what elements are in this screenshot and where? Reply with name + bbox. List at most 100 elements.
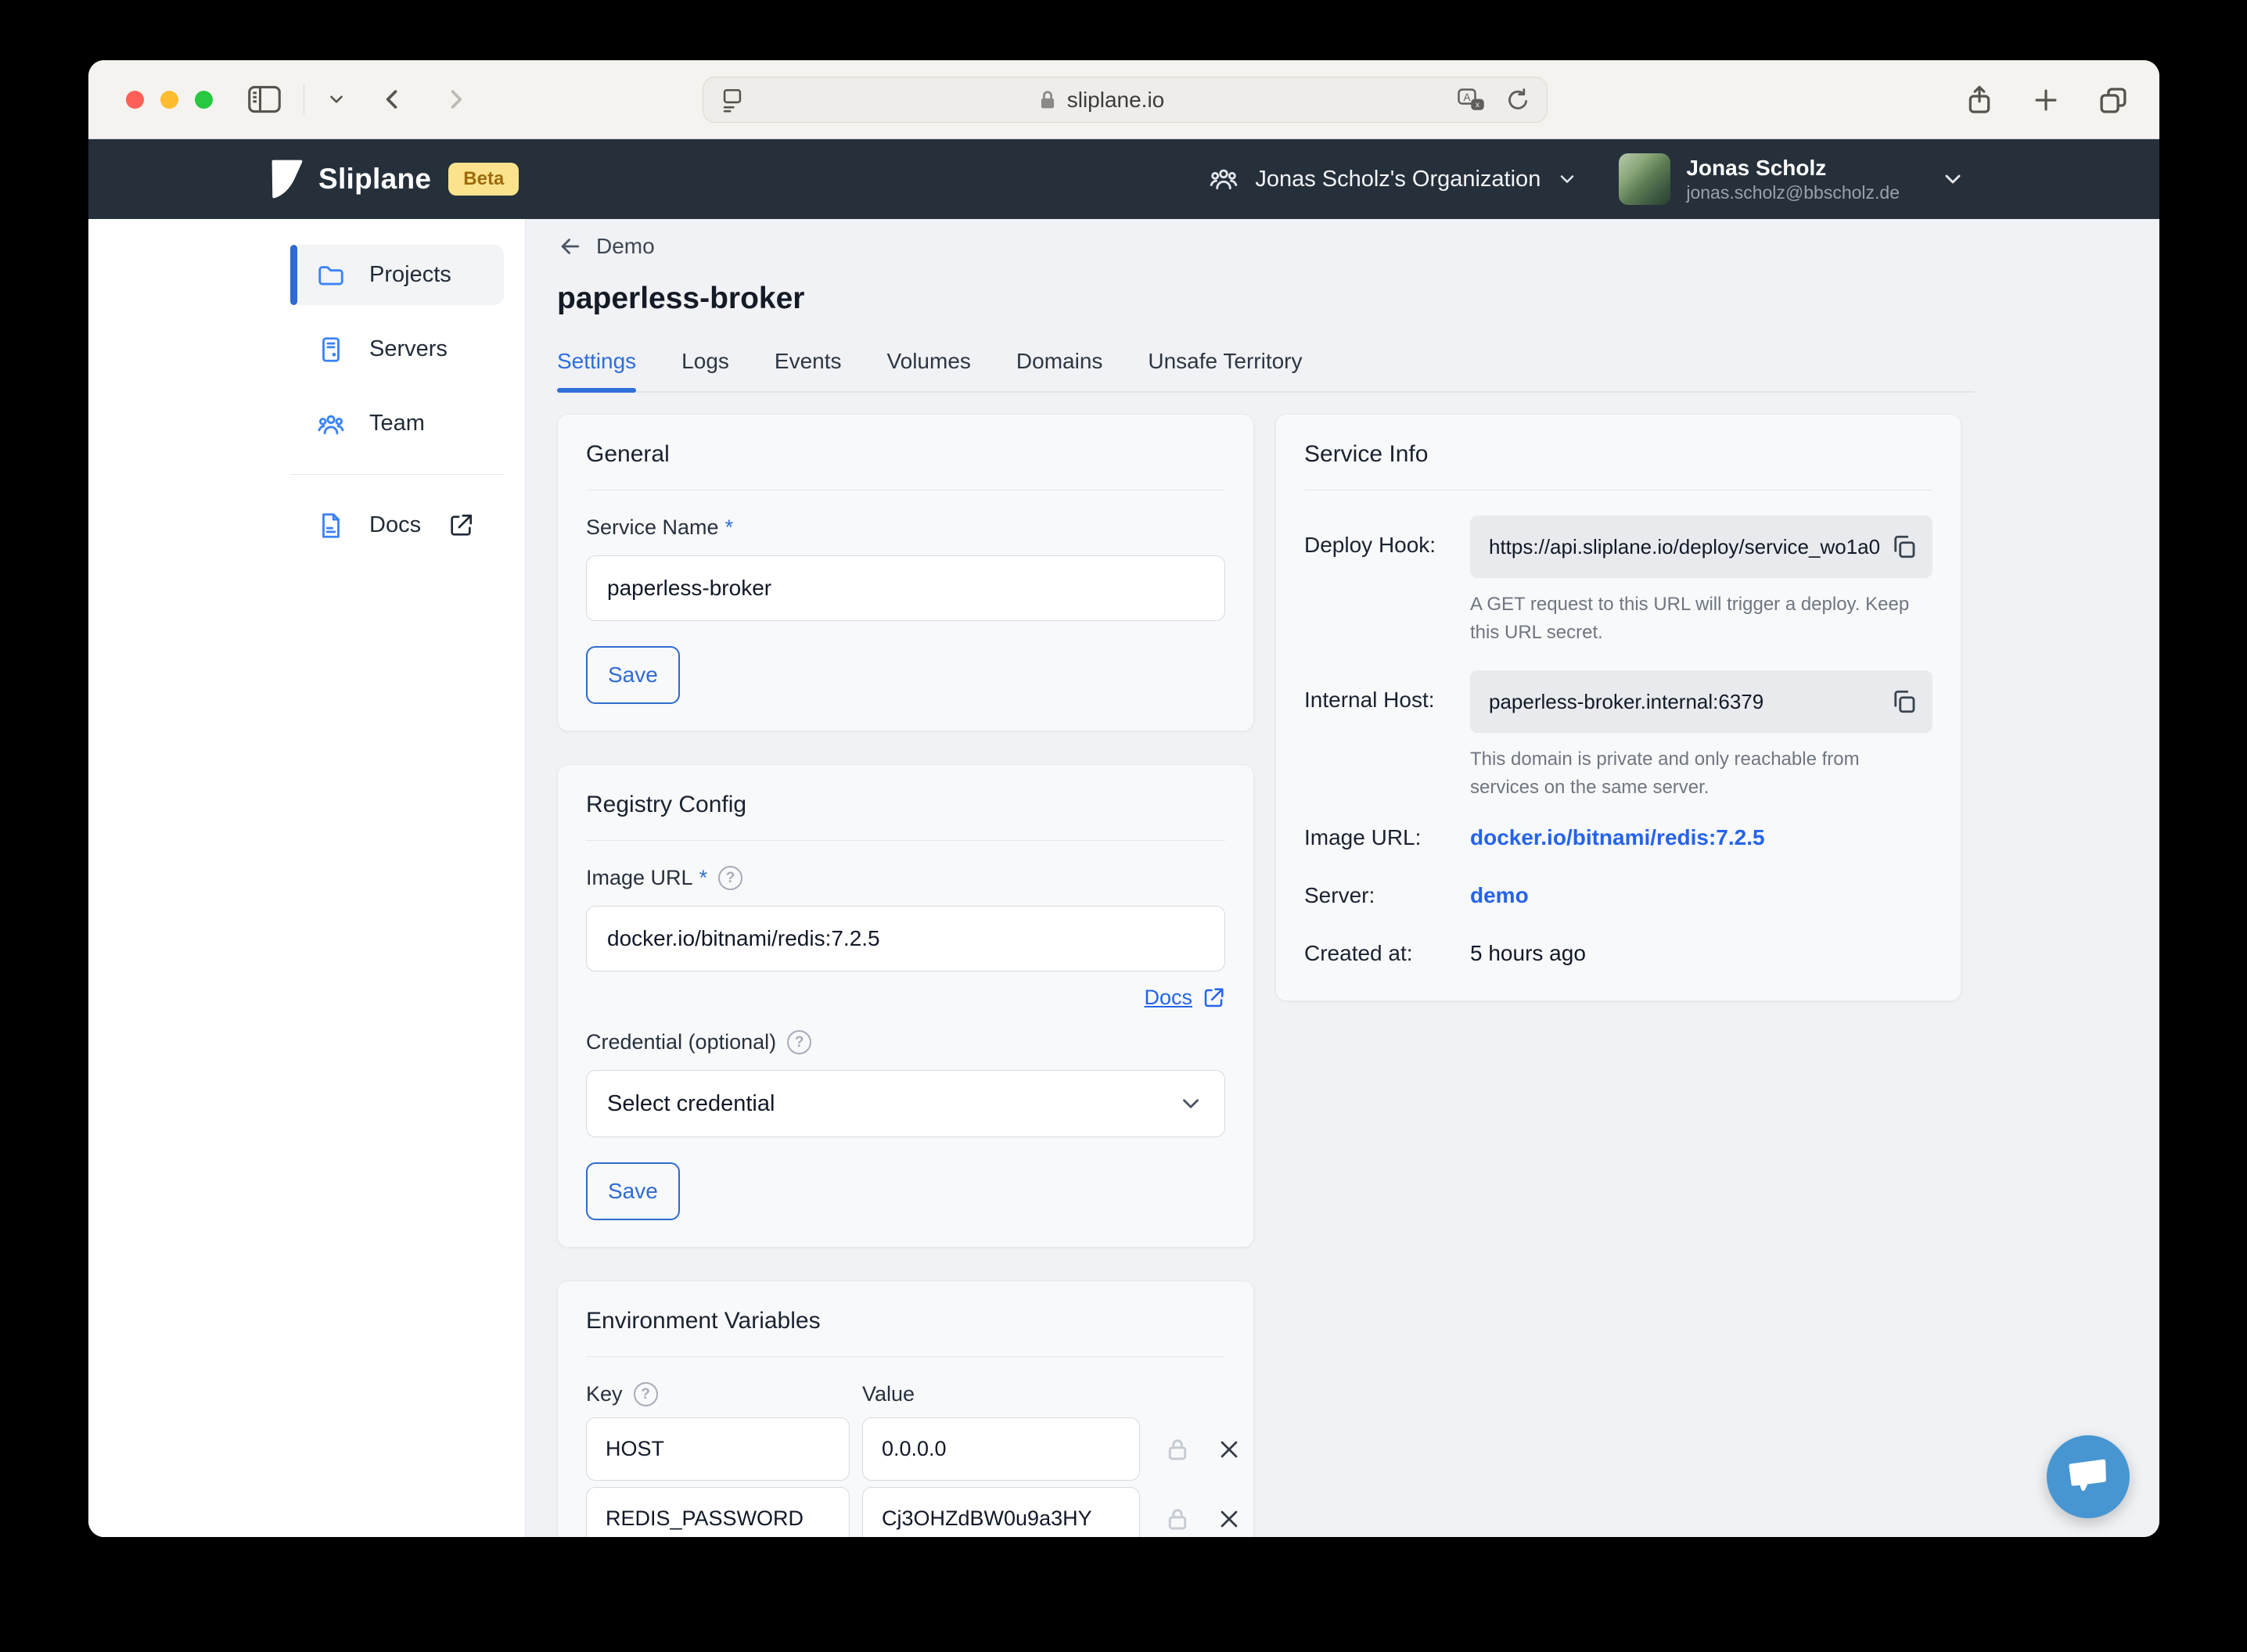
address-bar[interactable]: sliplane.io A x bbox=[703, 77, 1548, 123]
sidebar-item-projects[interactable]: Projects bbox=[290, 245, 504, 305]
minimize-window-button[interactable] bbox=[160, 91, 178, 109]
tab-domains[interactable]: Domains bbox=[1016, 349, 1102, 391]
docs-link-label: Docs bbox=[1144, 986, 1192, 1010]
translate-icon[interactable]: A x bbox=[1456, 86, 1487, 114]
required-mark: * bbox=[699, 866, 708, 890]
address-text[interactable]: sliplane.io bbox=[1067, 88, 1165, 113]
save-button[interactable]: Save bbox=[586, 1162, 680, 1220]
sidebar-item-label: Docs bbox=[369, 512, 421, 538]
close-window-button[interactable] bbox=[126, 91, 144, 109]
env-key-input[interactable] bbox=[586, 1487, 850, 1537]
traffic-lights bbox=[126, 91, 213, 109]
team-icon bbox=[316, 409, 346, 439]
deploy-hook-help: A GET request to this URL will trigger a… bbox=[1470, 591, 1932, 647]
help-icon[interactable]: ? bbox=[787, 1030, 811, 1054]
copy-icon[interactable] bbox=[1890, 688, 1918, 716]
organization-switcher[interactable]: Jonas Scholz's Organization bbox=[1208, 163, 1578, 195]
env-row bbox=[586, 1487, 1225, 1537]
tab-overview-icon[interactable] bbox=[2097, 84, 2130, 117]
card-divider bbox=[586, 840, 1225, 841]
tls-lock-icon bbox=[1037, 88, 1058, 112]
forward-icon[interactable] bbox=[442, 86, 469, 113]
external-link-icon bbox=[1202, 986, 1225, 1010]
required-mark: * bbox=[725, 515, 734, 540]
folder-icon bbox=[316, 260, 346, 290]
server-label: Server: bbox=[1304, 883, 1470, 908]
general-heading: General bbox=[586, 441, 1225, 468]
organization-name: Jonas Scholz's Organization bbox=[1255, 167, 1541, 192]
share-icon[interactable] bbox=[1964, 83, 1995, 117]
save-button[interactable]: Save bbox=[586, 646, 680, 704]
tab-events[interactable]: Events bbox=[775, 349, 842, 391]
internal-host-value-box: paperless-broker.internal:6379 bbox=[1470, 670, 1932, 733]
sidebar-item-label: Team bbox=[369, 411, 425, 436]
service-name-label: Service Name bbox=[586, 515, 719, 540]
sliplane-logo-icon bbox=[270, 160, 304, 199]
help-icon[interactable]: ? bbox=[718, 866, 742, 890]
tab-volumes[interactable]: Volumes bbox=[887, 349, 971, 391]
tab-settings[interactable]: Settings bbox=[557, 349, 636, 391]
server-icon bbox=[316, 335, 346, 365]
env-value-input[interactable] bbox=[862, 1487, 1140, 1537]
new-tab-icon[interactable] bbox=[2031, 85, 2061, 115]
back-icon[interactable] bbox=[379, 86, 406, 113]
sidebar-item-servers[interactable]: Servers bbox=[290, 319, 504, 379]
service-name-input[interactable] bbox=[586, 555, 1225, 621]
env-row bbox=[586, 1417, 1225, 1481]
sidebar-item-team[interactable]: Team bbox=[290, 393, 504, 454]
created-at-label: Created at: bbox=[1304, 941, 1470, 966]
back-arrow-icon[interactable] bbox=[557, 233, 584, 260]
remove-icon[interactable] bbox=[1215, 1435, 1243, 1463]
browser-toolbar: sliplane.io A x bbox=[88, 60, 2159, 139]
main-area: Demo paperless-broker Settings Logs Even… bbox=[526, 219, 2159, 1537]
server-link[interactable]: demo bbox=[1470, 883, 1529, 908]
breadcrumb[interactable]: Demo bbox=[557, 233, 1975, 260]
help-icon[interactable]: ? bbox=[634, 1382, 658, 1406]
zoom-window-button[interactable] bbox=[195, 91, 213, 109]
docs-link[interactable]: Docs bbox=[1144, 986, 1225, 1010]
user-menu[interactable]: Jonas Scholz jonas.scholz@bbscholz.de bbox=[1619, 153, 1900, 205]
sidebar-item-label: Servers bbox=[369, 336, 448, 362]
service-info-heading: Service Info bbox=[1304, 441, 1932, 468]
beta-badge: Beta bbox=[448, 163, 519, 196]
reader-view-icon[interactable] bbox=[719, 84, 746, 116]
env-value-input[interactable] bbox=[862, 1417, 1140, 1481]
sidebar-divider bbox=[290, 474, 504, 475]
registry-heading: Registry Config bbox=[586, 792, 1225, 818]
image-url-input[interactable] bbox=[586, 906, 1225, 971]
tab-logs[interactable]: Logs bbox=[681, 349, 729, 391]
deploy-hook-value: https://api.sliplane.io/deploy/service_w… bbox=[1489, 535, 1879, 559]
user-avatar bbox=[1619, 153, 1670, 205]
svg-text:A: A bbox=[1463, 91, 1470, 102]
chevron-down-icon bbox=[1556, 168, 1578, 190]
copy-icon[interactable] bbox=[1890, 533, 1918, 561]
app-navbar: Sliplane Beta Jonas Scholz's Organizatio… bbox=[88, 139, 2159, 219]
credential-select[interactable]: Select credential bbox=[586, 1070, 1225, 1137]
sidebar-item-label: Projects bbox=[369, 262, 451, 288]
remove-icon[interactable] bbox=[1215, 1505, 1243, 1533]
env-key-input[interactable] bbox=[586, 1417, 850, 1481]
credential-label: Credential (optional) bbox=[586, 1030, 776, 1054]
browser-window: sliplane.io A x bbox=[88, 60, 2159, 1537]
brand-logo[interactable]: Sliplane bbox=[270, 160, 431, 199]
chat-bubble-icon bbox=[2065, 1455, 2111, 1499]
internal-host-help: This domain is private and only reachabl… bbox=[1470, 745, 1932, 802]
environment-variables-card: Environment Variables Key ? Value bbox=[557, 1280, 1254, 1537]
lock-icon[interactable] bbox=[1163, 1435, 1192, 1463]
sidebar-toggle-icon[interactable] bbox=[247, 84, 282, 114]
reload-icon[interactable] bbox=[1505, 87, 1531, 113]
breadcrumb-label[interactable]: Demo bbox=[596, 234, 655, 259]
chevron-down-icon[interactable] bbox=[326, 89, 347, 110]
image-url-link[interactable]: docker.io/bitnami/redis:7.2.5 bbox=[1470, 825, 1765, 850]
support-chat-button[interactable] bbox=[2047, 1435, 2130, 1518]
user-email: jonas.scholz@bbscholz.de bbox=[1686, 181, 1900, 204]
chevron-down-icon[interactable] bbox=[1940, 167, 1965, 192]
lock-icon[interactable] bbox=[1163, 1505, 1192, 1533]
general-card: General Service Name * Save bbox=[557, 414, 1254, 731]
external-link-icon bbox=[448, 512, 474, 539]
sidebar-item-docs[interactable]: Docs bbox=[290, 495, 504, 555]
internal-host-value: paperless-broker.internal:6379 bbox=[1489, 690, 1879, 714]
organization-icon bbox=[1208, 163, 1239, 195]
sidebar: Projects Servers bbox=[88, 219, 526, 1537]
tab-unsafe-territory[interactable]: Unsafe Territory bbox=[1148, 349, 1302, 391]
